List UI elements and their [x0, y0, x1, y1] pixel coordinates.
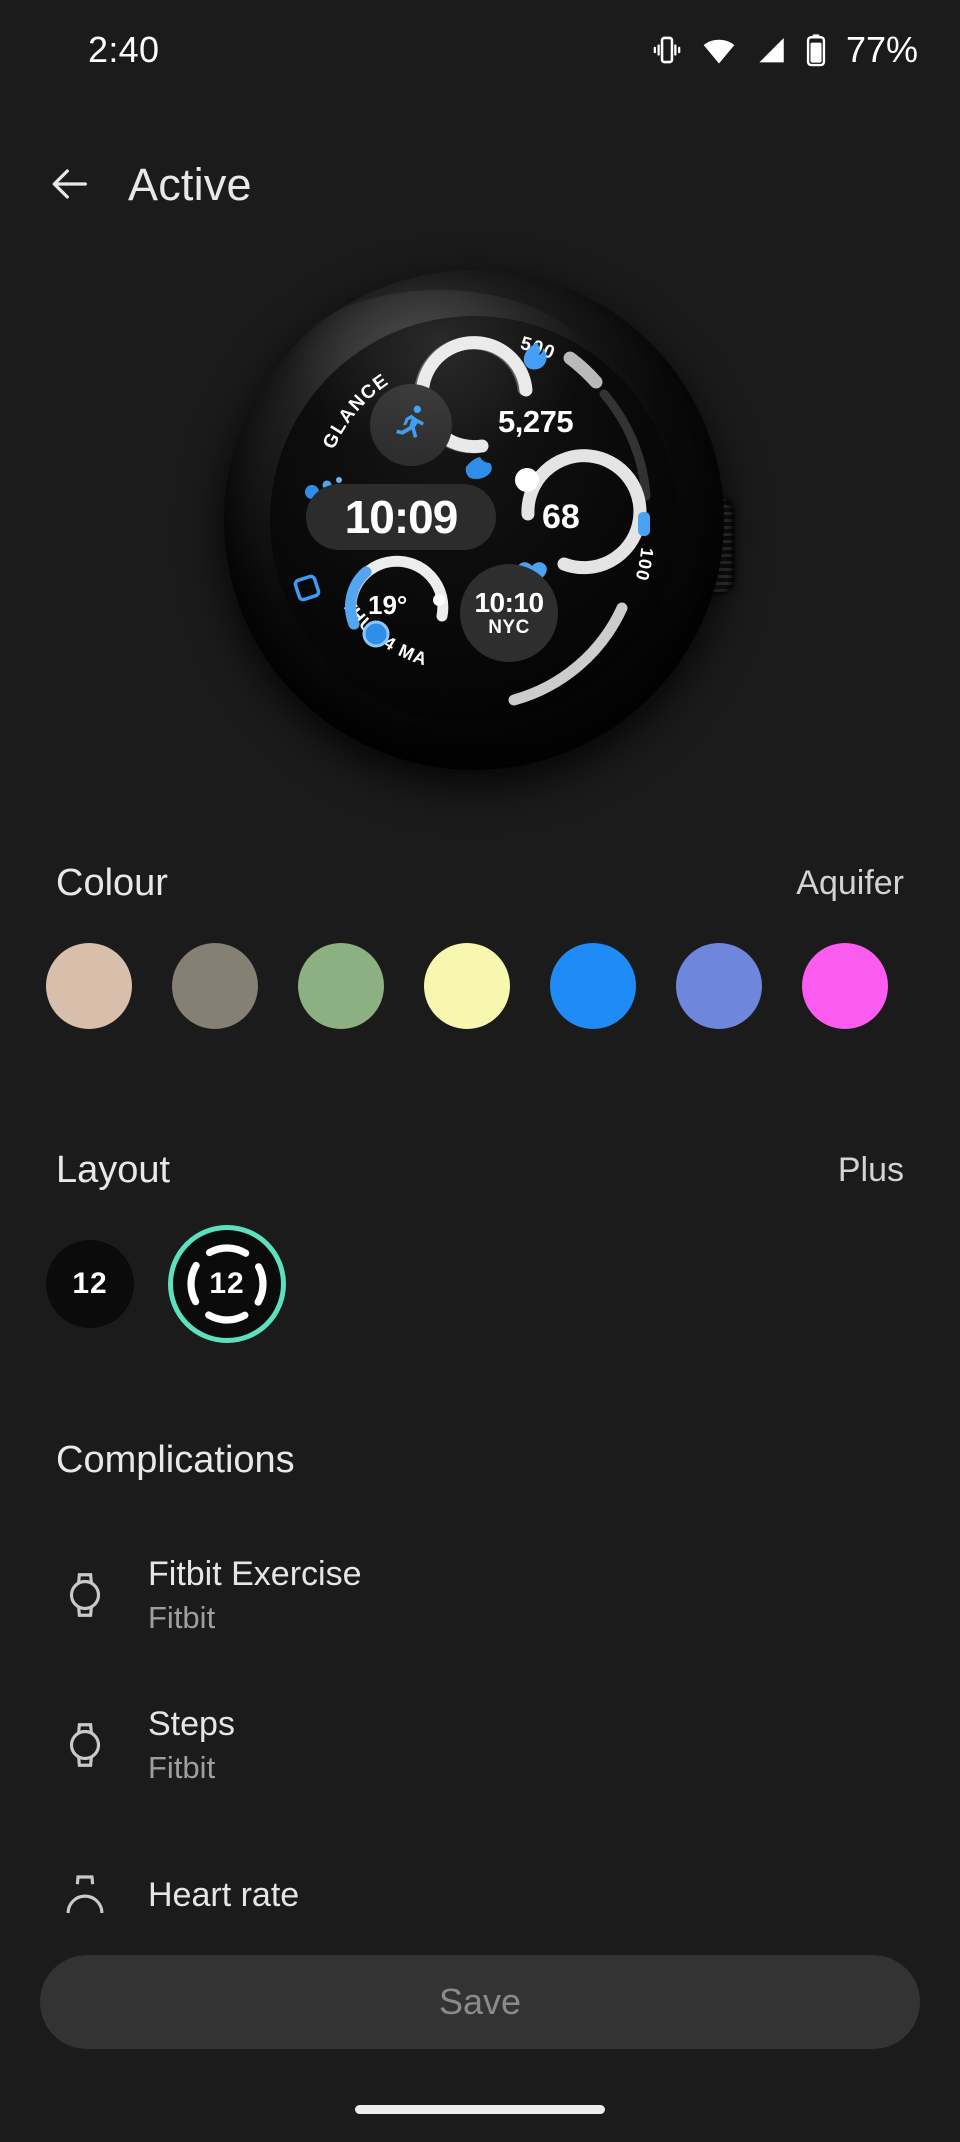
- watch-time-value: 10:09: [344, 491, 459, 543]
- watch-body: GLANCE THU 24 MAY 500 100: [224, 270, 724, 770]
- watch-preview-area: GLANCE THU 24 MAY 500 100: [0, 250, 960, 790]
- swatch-periwinkle[interactable]: [676, 943, 762, 1029]
- back-button[interactable]: [42, 157, 98, 213]
- world-clock-time: 10:10: [474, 587, 544, 618]
- steps-complication-value: 5,275: [498, 404, 574, 439]
- complication-name: Fitbit Exercise: [148, 1554, 362, 1593]
- world-clock-city: NYC: [488, 617, 530, 638]
- layout-option-plus-label: 12: [209, 1267, 245, 1300]
- layout-option-plus[interactable]: 12: [168, 1225, 286, 1343]
- app-header: Active: [0, 140, 960, 230]
- page-title: Active: [128, 159, 252, 210]
- watch-icon: [56, 1716, 114, 1774]
- swatch-aquifer[interactable]: [550, 943, 636, 1029]
- swatch-magenta[interactable]: [802, 943, 888, 1029]
- status-bar-icons: 77%: [650, 29, 918, 71]
- complication-name: Steps: [148, 1704, 235, 1743]
- save-button[interactable]: Save: [40, 1955, 920, 2049]
- layout-option-row: 12 12: [0, 1224, 960, 1344]
- complication-row-heart-rate[interactable]: Heart rate: [0, 1820, 960, 1970]
- complication-row-fitbit-exercise[interactable]: Fitbit Exercise Fitbit: [0, 1520, 960, 1670]
- heart-rate-icon: [56, 1866, 114, 1924]
- layout-selected-name: Plus: [837, 1150, 904, 1189]
- layout-section-title: Layout: [56, 1148, 171, 1191]
- swatch-sage[interactable]: [298, 943, 384, 1029]
- status-bar: 2:40 77%: [0, 0, 960, 100]
- swatch-sand[interactable]: [46, 943, 132, 1029]
- swatch-butter[interactable]: [424, 943, 510, 1029]
- layout-option-minimal-label: 12: [72, 1267, 108, 1300]
- colour-section-title: Colour: [56, 861, 168, 904]
- swatch-taupe[interactable]: [172, 943, 258, 1029]
- cellular-signal-icon: [754, 33, 788, 67]
- home-indicator: [355, 2105, 605, 2114]
- colour-swatch-row: [0, 940, 960, 1032]
- complication-provider: Fitbit: [148, 1749, 216, 1785]
- wifi-icon: [700, 33, 738, 67]
- battery-icon: [804, 33, 828, 67]
- watch-screen: GLANCE THU 24 MAY 500 100: [270, 316, 678, 724]
- complications-section-title: Complications: [56, 1438, 295, 1481]
- layout-section-header: Layout Plus: [0, 1142, 960, 1198]
- watch-icon: [56, 1566, 114, 1624]
- watch-face-preview[interactable]: GLANCE THU 24 MAY 500 100: [204, 270, 760, 780]
- battery-percent-label: 77%: [845, 29, 918, 70]
- complications-section-header: Complications: [0, 1432, 960, 1488]
- colour-selected-name: Aquifer: [796, 863, 904, 902]
- svg-text:100: 100: [631, 546, 657, 583]
- complication-row-steps[interactable]: Steps Fitbit: [0, 1670, 960, 1820]
- watch-face-customization-screen: 2:40 77% Active GLANCE TH 4 MA 5 0 100 5…: [0, 0, 960, 2142]
- status-bar-clock: 2:40: [88, 29, 160, 70]
- glance-exercise-complication: [370, 384, 452, 466]
- complication-provider: Fitbit: [148, 1599, 216, 1635]
- colour-section-header: Colour Aquifer: [0, 855, 960, 911]
- complications-list: Fitbit Exercise Fitbit Steps Fitbit Hear…: [0, 1520, 960, 1970]
- arrow-left-icon: [47, 161, 93, 210]
- world-clock-complication: 10:10 NYC: [460, 564, 558, 662]
- running-person-icon: [390, 402, 432, 449]
- complication-name: Heart rate: [148, 1875, 300, 1914]
- vibrate-icon: [650, 33, 684, 67]
- watch-time-pill: 10:09: [306, 484, 496, 550]
- layout-option-minimal[interactable]: 12: [46, 1240, 134, 1328]
- heart-rate-complication-value: 68: [542, 498, 580, 536]
- temperature-complication-value: 19°: [368, 590, 408, 620]
